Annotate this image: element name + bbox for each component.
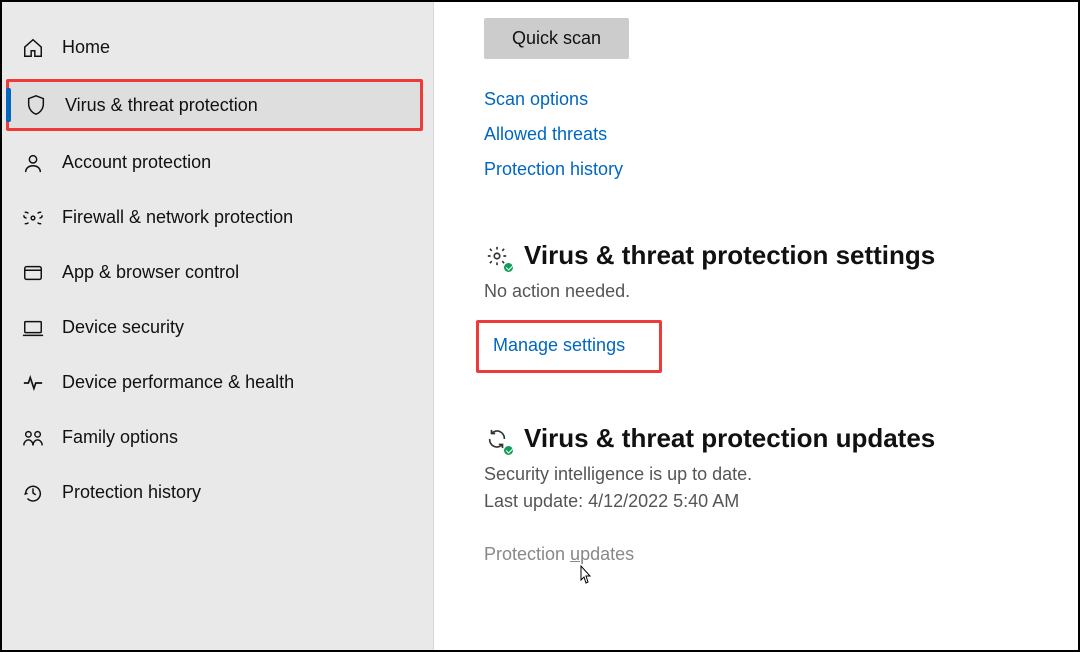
sidebar-item-label: App & browser control xyxy=(62,262,239,283)
protection-updates-text-underlined: u xyxy=(570,544,580,564)
updates-section-title: Virus & threat protection updates xyxy=(524,423,935,454)
account-icon xyxy=(22,152,44,174)
family-icon xyxy=(22,427,44,449)
shield-icon xyxy=(25,94,47,116)
status-ok-badge xyxy=(503,445,514,456)
sidebar-item-device-security[interactable]: Device security xyxy=(2,300,433,355)
settings-section: Virus & threat protection settings No ac… xyxy=(484,240,1048,373)
sidebar-item-app-browser[interactable]: App & browser control xyxy=(2,245,433,300)
refresh-icon xyxy=(484,426,510,452)
history-icon xyxy=(22,482,44,504)
updates-section: Virus & threat protection updates Securi… xyxy=(484,423,1048,565)
protection-updates-text-suffix: pdates xyxy=(580,544,634,564)
settings-status-text: No action needed. xyxy=(484,281,1048,302)
quick-scan-button[interactable]: Quick scan xyxy=(484,18,629,59)
sidebar-item-device-performance[interactable]: Device performance & health xyxy=(2,355,433,410)
device-icon xyxy=(22,317,44,339)
sidebar-item-label: Account protection xyxy=(62,152,211,173)
manage-settings-highlight: Manage settings xyxy=(476,320,662,373)
firewall-icon xyxy=(22,207,44,229)
main-content: Quick scan Scan options Allowed threats … xyxy=(434,2,1078,650)
sidebar: Home Virus & threat protection Account p… xyxy=(2,2,434,650)
sidebar-item-virus-protection[interactable]: Virus & threat protection xyxy=(6,79,423,131)
settings-section-header: Virus & threat protection settings xyxy=(484,240,1048,271)
sidebar-item-label: Device performance & health xyxy=(62,372,294,393)
sidebar-item-label: Virus & threat protection xyxy=(65,95,258,116)
sidebar-item-family[interactable]: Family options xyxy=(2,410,433,465)
protection-updates-link[interactable]: Protection updates xyxy=(484,544,634,565)
sidebar-item-label: Family options xyxy=(62,427,178,448)
sidebar-item-history[interactable]: Protection history xyxy=(2,465,433,520)
app-icon xyxy=(22,262,44,284)
home-icon xyxy=(22,37,44,59)
mouse-cursor-icon xyxy=(574,564,594,593)
protection-updates-text-prefix: Protection xyxy=(484,544,570,564)
sidebar-item-home[interactable]: Home xyxy=(2,20,433,75)
status-ok-badge xyxy=(503,262,514,273)
sidebar-item-label: Home xyxy=(62,37,110,58)
sidebar-item-label: Protection history xyxy=(62,482,201,503)
heartbeat-icon xyxy=(22,372,44,394)
last-update-text: Last update: 4/12/2022 5:40 AM xyxy=(484,491,1048,512)
updates-status-text: Security intelligence is up to date. xyxy=(484,464,1048,485)
scan-links-block: Scan options Allowed threats Protection … xyxy=(484,89,1048,180)
updates-section-header: Virus & threat protection updates xyxy=(484,423,1048,454)
app-window: Home Virus & threat protection Account p… xyxy=(0,0,1080,652)
allowed-threats-link[interactable]: Allowed threats xyxy=(484,124,1048,145)
sidebar-item-label: Firewall & network protection xyxy=(62,207,293,228)
manage-settings-link[interactable]: Manage settings xyxy=(493,335,625,355)
settings-gear-icon xyxy=(484,243,510,269)
protection-history-link[interactable]: Protection history xyxy=(484,159,1048,180)
settings-section-title: Virus & threat protection settings xyxy=(524,240,935,271)
sidebar-item-firewall[interactable]: Firewall & network protection xyxy=(2,190,433,245)
sidebar-item-account-protection[interactable]: Account protection xyxy=(2,135,433,190)
sidebar-item-label: Device security xyxy=(62,317,184,338)
scan-options-link[interactable]: Scan options xyxy=(484,89,1048,110)
